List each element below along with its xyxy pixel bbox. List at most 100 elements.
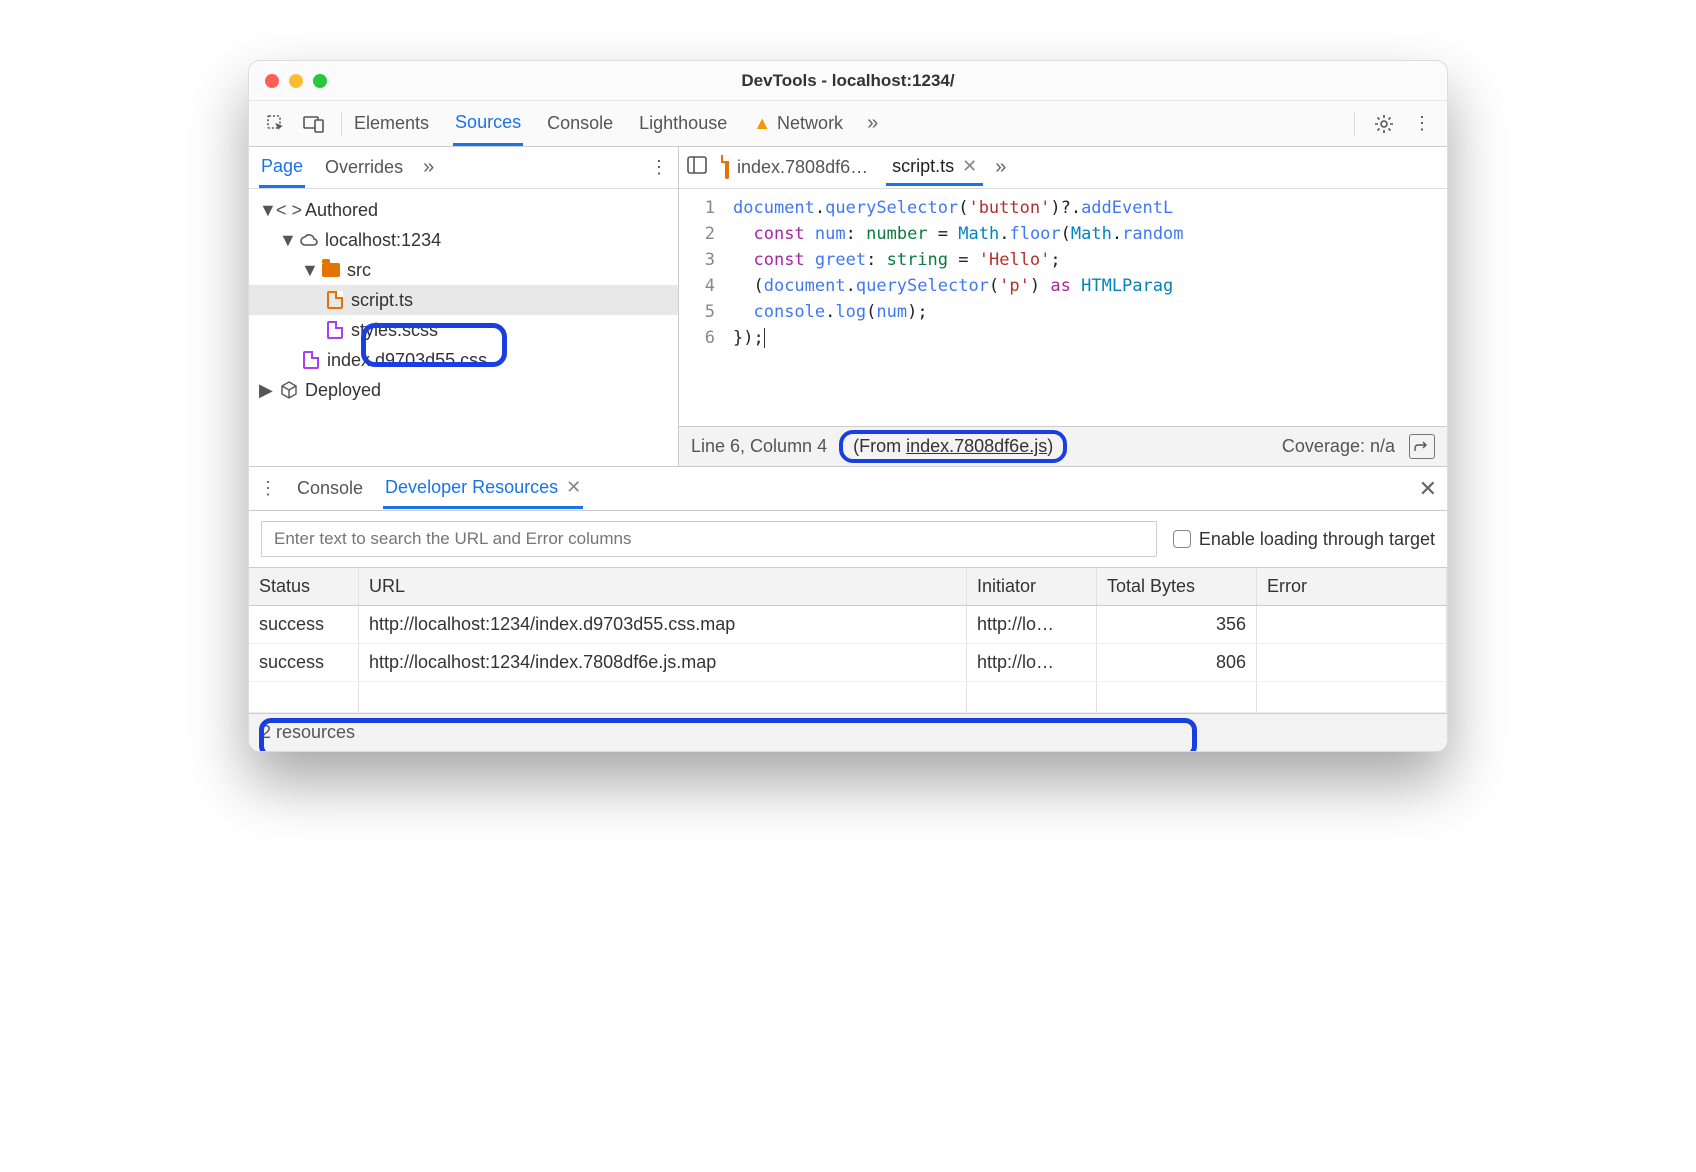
pretty-print-icon[interactable] (1409, 434, 1435, 459)
cell-bytes: 806 (1097, 644, 1257, 681)
tree-file-indexcss-label: index.d9703d55.css (327, 350, 487, 371)
table-header: Status URL Initiator Total Bytes Error (249, 568, 1447, 606)
enable-loading-label: Enable loading through target (1199, 529, 1435, 550)
tab-network[interactable]: ▲ Network (751, 103, 845, 144)
device-toggle-icon[interactable] (297, 107, 331, 141)
table-row[interactable]: success http://localhost:1234/index.d970… (249, 606, 1447, 644)
editor-panel: index.7808df6… script.ts ✕ » 1 2 3 4 5 6… (679, 147, 1447, 466)
chevron-down-icon: ▼ (279, 230, 293, 251)
resources-footer: 2 resources (249, 713, 1447, 751)
navigator-more-tabs-icon[interactable]: » (423, 156, 434, 179)
chevron-down-icon: ▼ (259, 200, 273, 221)
tree-file-script-label: script.ts (351, 290, 413, 311)
devresources-toolbar: Enable loading through target (249, 511, 1447, 567)
inspect-icon[interactable] (259, 107, 293, 141)
tree-deployed-label: Deployed (305, 380, 381, 401)
chevron-right-icon: ▶ (259, 380, 273, 401)
editor-tab-indexjs[interactable]: index.7808df6… (719, 151, 874, 184)
window-title: DevTools - localhost:1234/ (249, 71, 1447, 91)
file-icon (325, 291, 345, 309)
brackets-icon: < > (279, 200, 299, 221)
editor-tabs: index.7808df6… script.ts ✕ » (679, 147, 1447, 189)
navigator-tab-overrides[interactable]: Overrides (323, 149, 405, 186)
close-drawer-button[interactable]: ✕ (1419, 476, 1437, 502)
cell-bytes: 356 (1097, 606, 1257, 643)
cloud-icon (299, 233, 319, 247)
cell-status: success (249, 644, 359, 681)
settings-button[interactable] (1369, 109, 1399, 139)
col-bytes[interactable]: Total Bytes (1097, 568, 1257, 605)
table-row-empty (249, 682, 1447, 713)
cell-url: http://localhost:1234/index.d9703d55.css… (359, 606, 967, 643)
editor-status-bar: Line 6, Column 4 (From index.7808df6e.js… (679, 426, 1447, 466)
col-error[interactable]: Error (1257, 568, 1447, 605)
navigator-menu-button[interactable]: ⋮ (650, 157, 668, 178)
col-initiator[interactable]: Initiator (967, 568, 1097, 605)
devtools-window: DevTools - localhost:1234/ Elements Sour… (248, 60, 1448, 752)
file-icon (301, 351, 321, 369)
tree-file-indexcss[interactable]: index.d9703d55.css (249, 345, 678, 375)
sourcemap-source[interactable]: (From index.7808df6e.js) (839, 430, 1067, 463)
enable-loading-checkbox[interactable]: Enable loading through target (1173, 529, 1435, 550)
main-menu-button[interactable]: ⋮ (1407, 109, 1437, 139)
table-row[interactable]: success http://localhost:1234/index.7808… (249, 644, 1447, 682)
drawer-tab-devresources[interactable]: Developer Resources ✕ (383, 469, 583, 509)
navigator-tab-page[interactable]: Page (259, 148, 305, 188)
tree-authored[interactable]: ▼ < > Authored (249, 195, 678, 225)
resources-table: Status URL Initiator Total Bytes Error s… (249, 567, 1447, 713)
drawer-tabs: ⋮ Console Developer Resources ✕ ✕ (249, 467, 1447, 511)
close-window-button[interactable] (265, 74, 279, 88)
tree-folder-label: src (347, 260, 371, 281)
tree-host[interactable]: ▼ localhost:1234 (249, 225, 678, 255)
cell-error (1257, 644, 1447, 681)
file-tree: ▼ < > Authored ▼ localhost:1234 ▼ src (249, 189, 678, 466)
editor-tab-scriptts[interactable]: script.ts ✕ (886, 150, 983, 186)
maximize-window-button[interactable] (313, 74, 327, 88)
tab-console[interactable]: Console (545, 103, 615, 144)
col-status[interactable]: Status (249, 568, 359, 605)
more-tabs-icon[interactable]: » (867, 112, 878, 135)
code-editor[interactable]: 1 2 3 4 5 6 document.querySelector('butt… (679, 189, 1447, 426)
traffic-lights (249, 74, 327, 88)
file-icon (725, 157, 729, 178)
tab-sources[interactable]: Sources (453, 102, 523, 146)
cell-error (1257, 606, 1447, 643)
tree-file-script[interactable]: script.ts (249, 285, 678, 315)
folder-icon (321, 263, 341, 277)
editor-more-tabs-icon[interactable]: » (995, 156, 1006, 179)
tree-authored-label: Authored (305, 200, 378, 221)
tree-file-styles[interactable]: styles.scss (249, 315, 678, 345)
cursor-position: Line 6, Column 4 (691, 436, 827, 457)
close-drawer-tab-icon[interactable]: ✕ (566, 477, 581, 498)
search-input[interactable] (261, 521, 1157, 557)
cell-initiator: http://lo… (967, 644, 1097, 681)
editor-tab-indexjs-label: index.7808df6… (737, 157, 868, 178)
toggle-navigator-icon[interactable] (687, 156, 707, 179)
drawer-menu-button[interactable]: ⋮ (259, 478, 277, 499)
cube-icon (279, 381, 299, 399)
sources-panel: Page Overrides » ⋮ ▼ < > Authored ▼ loca… (249, 147, 1447, 467)
minimize-window-button[interactable] (289, 74, 303, 88)
chevron-down-icon: ▼ (301, 260, 315, 281)
cell-url: http://localhost:1234/index.7808df6e.js.… (359, 644, 967, 681)
line-numbers: 1 2 3 4 5 6 (679, 189, 725, 426)
editor-tab-scriptts-label: script.ts (892, 156, 954, 177)
tree-folder-src[interactable]: ▼ src (249, 255, 678, 285)
tree-deployed[interactable]: ▶ Deployed (249, 375, 678, 405)
close-tab-icon[interactable]: ✕ (962, 156, 977, 177)
drawer-tab-console[interactable]: Console (295, 470, 365, 507)
panel-tabs: Elements Sources Console Lighthouse ▲ Ne… (352, 102, 1344, 146)
tab-lighthouse[interactable]: Lighthouse (637, 103, 729, 144)
tree-host-label: localhost:1234 (325, 230, 441, 251)
coverage-status: Coverage: n/a (1282, 436, 1395, 457)
col-url[interactable]: URL (359, 568, 967, 605)
navigator-tabs: Page Overrides » ⋮ (249, 147, 678, 189)
cell-status: success (249, 606, 359, 643)
tree-file-styles-label: styles.scss (351, 320, 438, 341)
titlebar: DevTools - localhost:1234/ (249, 61, 1447, 101)
sourcemap-link[interactable]: index.7808df6e.js (906, 436, 1047, 456)
cell-initiator: http://lo… (967, 606, 1097, 643)
warning-icon: ▲ (753, 113, 771, 134)
tab-elements[interactable]: Elements (352, 103, 431, 144)
tab-network-label: Network (777, 113, 843, 134)
